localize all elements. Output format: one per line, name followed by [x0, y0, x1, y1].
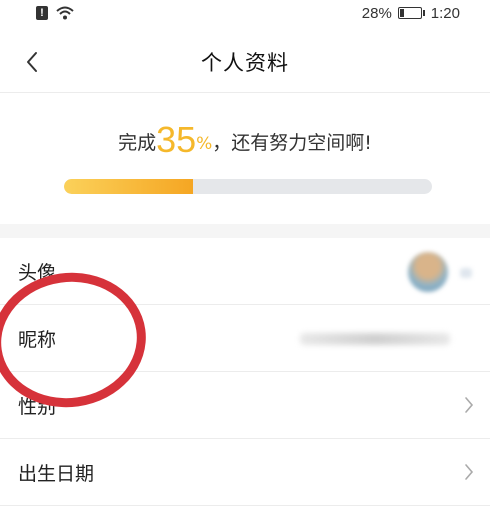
progress-bar: [64, 179, 432, 194]
completion-prefix: 完成: [118, 132, 157, 154]
completion-text: 完成35%，还有努力空间啊!: [0, 119, 490, 161]
completion-percent: 35: [156, 119, 197, 160]
status-right: 28% 1:20: [362, 5, 490, 22]
row-nickname[interactable]: 昵称: [0, 305, 490, 372]
page-title: 个人资料: [201, 51, 289, 75]
back-button[interactable]: [14, 44, 50, 80]
battery-icon: [397, 7, 425, 19]
nickname-value-blurred: [300, 333, 450, 345]
status-left: !: [0, 6, 74, 20]
chevron-right-icon: [465, 464, 474, 480]
status-time: 1:20: [430, 4, 460, 22]
row-avatar[interactable]: 头像: [0, 238, 490, 305]
alert-icon: !: [36, 6, 48, 20]
status-bar: ! 28% 1:20: [0, 0, 490, 26]
chevron-right-icon: [465, 397, 474, 413]
chevron-left-icon: [27, 52, 37, 72]
completion-suffix: ，还有努力空间啊!: [212, 132, 372, 154]
row-label: 出生日期: [18, 462, 95, 485]
nav-bar: 个人资料: [0, 36, 490, 88]
section-divider: [0, 224, 490, 238]
row-label: 头像: [18, 261, 57, 284]
row-birthday[interactable]: 出生日期: [0, 439, 490, 506]
completion-section: 完成35%，还有努力空间啊!: [0, 92, 490, 225]
profile-list: 头像 昵称 性别 出生日期: [0, 238, 490, 506]
completion-percent-sign: %: [196, 134, 213, 154]
progress-fill: [64, 179, 193, 194]
blurred-indicator: [460, 268, 472, 278]
wifi-icon: [56, 6, 74, 20]
battery-percent: 28%: [361, 4, 392, 22]
avatar[interactable]: [408, 252, 448, 292]
row-label: 性别: [18, 395, 57, 418]
row-gender[interactable]: 性别: [0, 372, 490, 439]
row-label: 昵称: [18, 328, 57, 351]
